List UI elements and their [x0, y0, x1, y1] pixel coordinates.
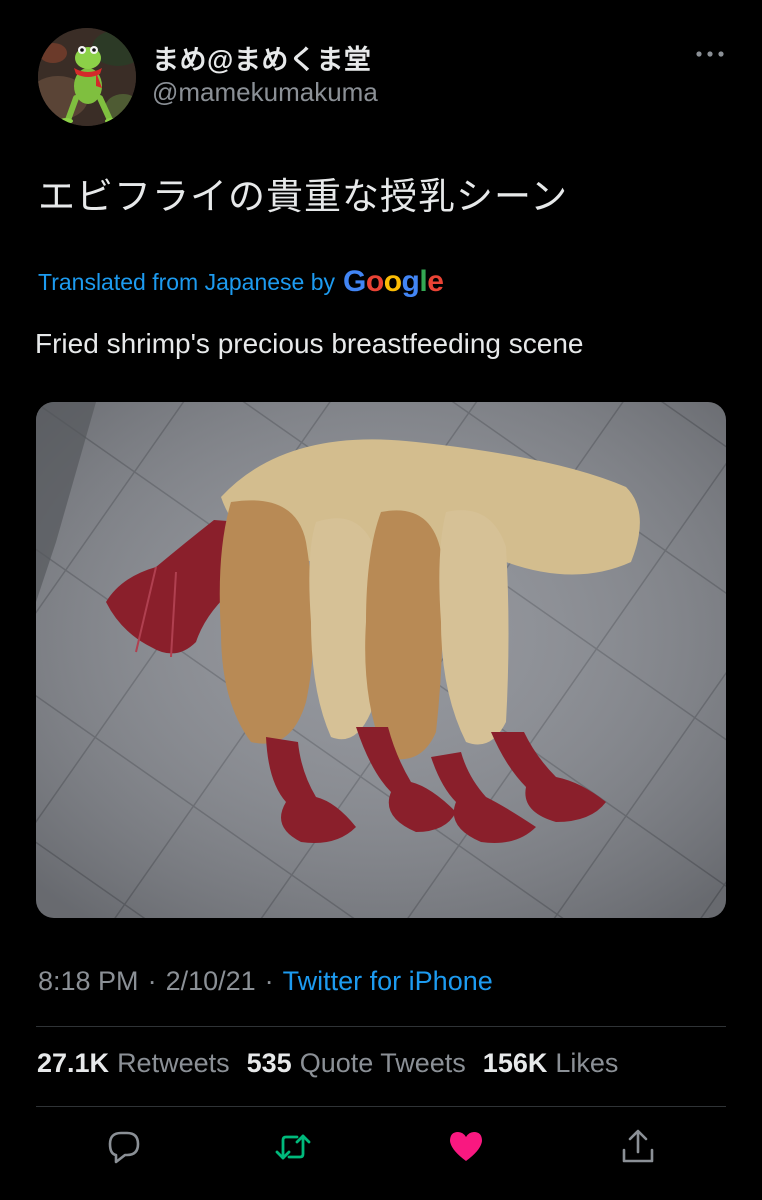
translated-text: Fried shrimp's precious breastfeeding sc…: [35, 328, 584, 359]
tweet-text: エビフライの貴重な授乳シーン: [38, 175, 569, 218]
likes-label: Likes: [555, 1048, 619, 1078]
tweet-time[interactable]: 8:18 PM: [38, 966, 139, 997]
retweet-icon[interactable]: [275, 1128, 311, 1166]
retweets-count: 27.1K: [37, 1048, 110, 1078]
share-icon[interactable]: [620, 1128, 656, 1166]
heart-icon[interactable]: [448, 1128, 484, 1166]
avatar[interactable]: [38, 28, 136, 126]
translated-label[interactable]: Translated from Japanese by: [38, 269, 335, 296]
retweets-label: Retweets: [117, 1048, 230, 1078]
divider: [36, 1026, 726, 1027]
retweets-stat[interactable]: 27.1K Retweets: [37, 1048, 230, 1079]
reply-icon[interactable]: [106, 1128, 142, 1166]
more-icon[interactable]: [690, 40, 730, 68]
quote-tweets-stat[interactable]: 535 Quote Tweets: [247, 1048, 466, 1079]
tweet-source[interactable]: Twitter for iPhone: [283, 966, 493, 997]
display-name[interactable]: まめ@まめくま堂: [152, 38, 371, 77]
tweet-photo[interactable]: [36, 402, 726, 918]
engagement-stats: 27.1K Retweets 535 Quote Tweets 156K Lik…: [37, 1048, 635, 1079]
meta-separator: ·: [147, 966, 157, 996]
meta-separator: ·: [264, 966, 274, 996]
user-handle[interactable]: @mamekumakuma: [152, 77, 378, 108]
quote-tweets-count: 535: [246, 1048, 292, 1078]
google-logo: Google: [343, 265, 444, 298]
quote-tweets-label: Quote Tweets: [299, 1048, 466, 1078]
divider: [36, 1106, 726, 1107]
tweet-meta: 8:18 PM · 2/10/21 · Twitter for iPhone: [38, 966, 493, 997]
likes-count: 156K: [482, 1048, 548, 1078]
likes-stat[interactable]: 156K Likes: [483, 1048, 619, 1079]
translation-attribution[interactable]: Translated from Japanese by Google: [38, 262, 444, 302]
tweet-date[interactable]: 2/10/21: [166, 966, 256, 997]
